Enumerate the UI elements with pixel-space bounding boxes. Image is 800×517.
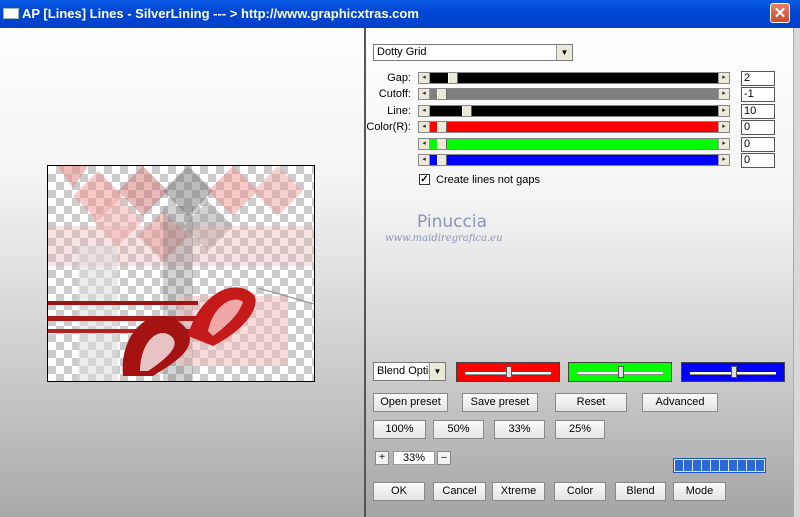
arrow-right-icon[interactable]: ▸	[718, 139, 729, 149]
arrow-right-icon[interactable]: ▸	[718, 73, 729, 83]
progress-segment	[702, 460, 710, 471]
arrow-left-icon[interactable]: ◂	[419, 89, 430, 99]
arrow-left-icon[interactable]: ◂	[419, 139, 430, 149]
zoom-out-button[interactable]: –	[437, 451, 451, 465]
arrow-left-icon[interactable]: ◂	[419, 122, 430, 132]
zoom-in-button[interactable]: +	[375, 451, 389, 465]
dialog-mode-button[interactable]: Mode	[673, 482, 726, 501]
slider-thumb[interactable]	[731, 366, 737, 378]
chevron-down-icon[interactable]: ▼	[429, 363, 445, 380]
param-slider[interactable]: ◂ ▸	[418, 72, 730, 84]
close-button[interactable]: ✕	[770, 3, 790, 23]
create-lines-label: Create lines not gaps	[436, 174, 540, 186]
zoom-50-button[interactable]: 50%	[433, 420, 484, 439]
blend-color-slider[interactable]	[456, 362, 560, 382]
preview-artwork	[48, 166, 314, 381]
progress-segment	[756, 460, 764, 471]
preset-dropdown-value: Dotty Grid	[377, 46, 427, 58]
preview-image	[47, 165, 315, 382]
progress-segment	[729, 460, 737, 471]
arrow-left-icon[interactable]: ◂	[419, 155, 430, 165]
param-value-field[interactable]: -1	[741, 87, 775, 102]
progress-segment	[747, 460, 755, 471]
dialog-xtreme-button[interactable]: Xtreme	[492, 482, 545, 501]
param-label: Line:	[387, 105, 411, 117]
progress-segment	[720, 460, 728, 471]
param-label: Gap:	[387, 72, 411, 84]
zoom-100-button[interactable]: 100%	[373, 420, 426, 439]
preview-pane	[0, 28, 364, 517]
arrow-right-icon[interactable]: ▸	[718, 106, 729, 116]
zoom-33-button[interactable]: 33%	[494, 420, 545, 439]
arrow-right-icon[interactable]: ▸	[718, 89, 729, 99]
preset-reset-button[interactable]: Reset	[555, 393, 627, 412]
zoom-25-button[interactable]: 25%	[555, 420, 605, 439]
progress-segment	[693, 460, 701, 471]
slider-thumb[interactable]	[618, 366, 624, 378]
blend-options-dropdown[interactable]: Blend Optio ▼	[373, 362, 446, 381]
param-slider[interactable]: ◂ ▸	[418, 105, 730, 117]
arrow-right-icon[interactable]: ▸	[718, 122, 729, 132]
progress-segment	[738, 460, 746, 471]
param-label: Cutoff:	[378, 88, 411, 100]
blend-options-value: Blend Optio	[377, 365, 435, 377]
arrow-left-icon[interactable]: ◂	[419, 106, 430, 116]
slider-thumb[interactable]	[437, 139, 447, 149]
zoom-field[interactable]: 33%	[393, 451, 435, 465]
watermark-name: Pinuccia	[417, 212, 487, 232]
scrollbar[interactable]	[793, 28, 800, 517]
preset-open-preset-button[interactable]: Open preset	[373, 393, 448, 412]
blend-color-slider[interactable]	[681, 362, 785, 382]
progress-indicator	[673, 458, 766, 473]
progress-segment	[711, 460, 719, 471]
slider-thumb[interactable]	[448, 73, 459, 83]
progress-segment	[675, 460, 683, 471]
param-slider[interactable]: ◂ ▸	[418, 88, 730, 100]
param-value-field[interactable]: 10	[741, 104, 775, 119]
slider-thumb[interactable]	[506, 366, 512, 378]
slider-thumb[interactable]	[462, 106, 473, 116]
dialog-blend-button[interactable]: Blend	[615, 482, 666, 501]
window-title: AP [Lines] Lines - SilverLining --- > ht…	[22, 6, 419, 21]
dialog-cancel-button[interactable]: Cancel	[433, 482, 486, 501]
create-lines-checkbox[interactable]: ✓	[419, 174, 430, 185]
param-slider[interactable]: ◂ ▸	[418, 154, 730, 166]
param-value-field[interactable]: 0	[741, 153, 775, 168]
dialog-ok-button[interactable]: OK	[373, 482, 425, 501]
preset-save-preset-button[interactable]: Save preset	[462, 393, 538, 412]
param-slider[interactable]: ◂ ▸	[418, 121, 730, 133]
preset-advanced-button[interactable]: Advanced	[642, 393, 718, 412]
param-value-field[interactable]: 0	[741, 120, 775, 135]
app-icon	[3, 8, 19, 19]
slider-thumb[interactable]	[437, 155, 447, 165]
param-label: Color(R):	[366, 121, 411, 133]
param-value-field[interactable]: 0	[741, 137, 775, 152]
progress-segment	[684, 460, 692, 471]
arrow-left-icon[interactable]: ◂	[419, 73, 430, 83]
blend-color-slider[interactable]	[568, 362, 672, 382]
preset-dropdown[interactable]: Dotty Grid ▼	[373, 44, 573, 61]
slider-thumb[interactable]	[437, 89, 447, 99]
title-bar: AP [Lines] Lines - SilverLining --- > ht…	[0, 0, 800, 28]
controls-pane	[366, 28, 800, 517]
param-slider[interactable]: ◂ ▸	[418, 138, 730, 150]
dialog-color-button[interactable]: Color	[554, 482, 606, 501]
arrow-right-icon[interactable]: ▸	[718, 155, 729, 165]
chevron-down-icon[interactable]: ▼	[556, 45, 572, 60]
param-value-field[interactable]: 2	[741, 71, 775, 86]
slider-thumb[interactable]	[437, 122, 447, 132]
watermark-site: www.maidiregrafica.eu	[385, 233, 503, 244]
